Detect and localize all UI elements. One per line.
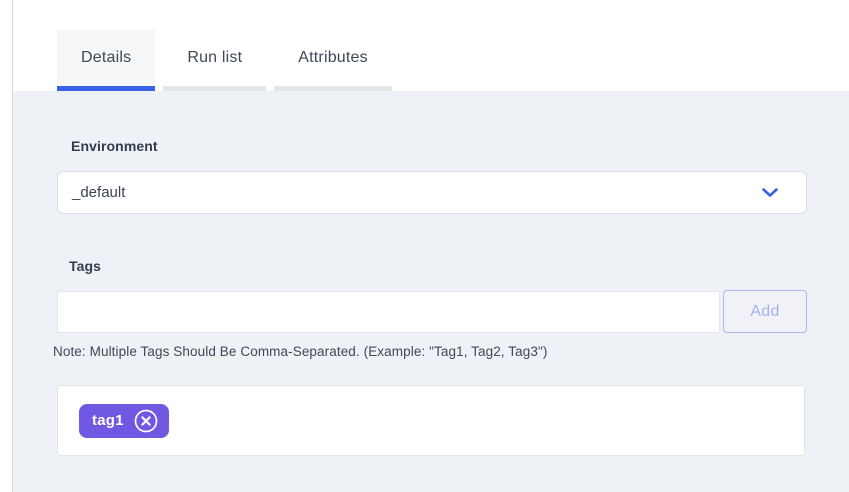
tab-details-label: Details: [81, 49, 131, 67]
tag-chip-label: tag1: [92, 412, 124, 429]
tags-note: Note: Multiple Tags Should Be Comma-Sepa…: [53, 344, 547, 359]
tags-list: tag1: [57, 385, 805, 456]
tab-attributes-label: Attributes: [298, 49, 368, 67]
environment-selected-value: _default: [72, 184, 762, 201]
remove-tag-button[interactable]: [133, 408, 159, 434]
tags-input[interactable]: [57, 291, 720, 333]
tab-run-list-label: Run list: [187, 49, 242, 67]
tab-run-list[interactable]: Run list: [163, 30, 266, 91]
tags-label: Tags: [69, 258, 101, 274]
add-tag-button[interactable]: Add: [723, 290, 807, 333]
circle-x-icon: [133, 408, 159, 434]
details-panel: Environment _default Tags Add Note: Mult…: [13, 91, 849, 492]
tab-details[interactable]: Details: [57, 30, 155, 91]
environment-label: Environment: [71, 138, 158, 154]
tag-chip: tag1: [79, 404, 169, 438]
tags-settings-screen: Details Run list Attributes Environment …: [0, 0, 849, 492]
tab-bar: Details Run list Attributes: [57, 30, 392, 91]
environment-select[interactable]: _default: [57, 171, 807, 214]
chevron-down-icon: [762, 188, 778, 198]
tab-attributes[interactable]: Attributes: [274, 30, 392, 91]
